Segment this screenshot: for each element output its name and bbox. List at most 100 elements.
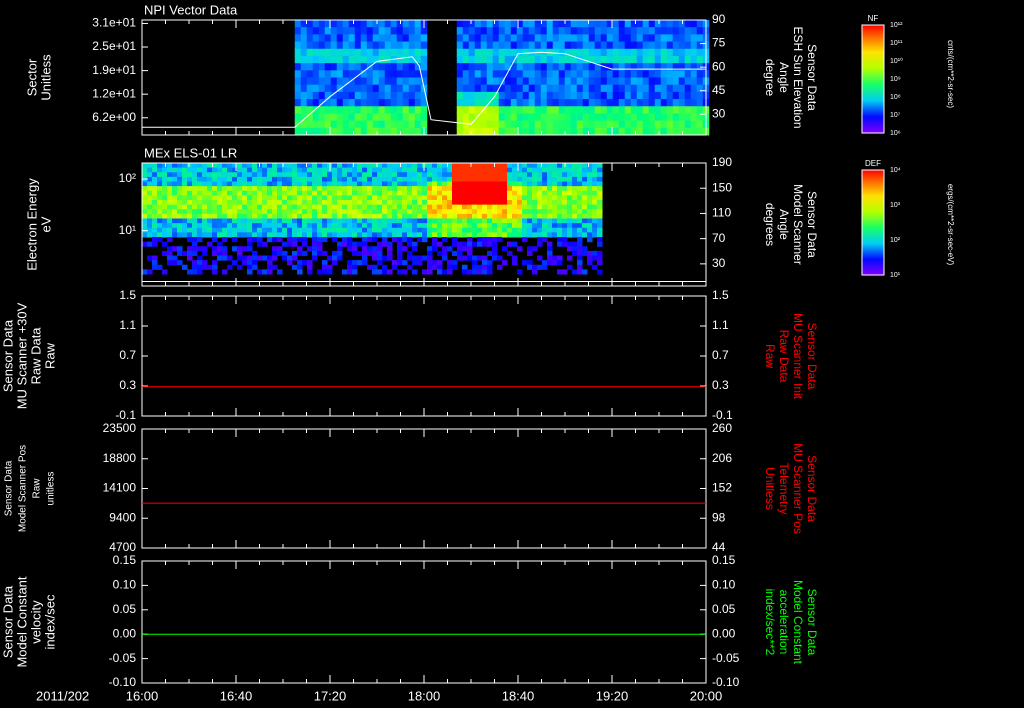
els-spectrogram-cell [517,246,523,252]
els-spectrogram-cell [512,163,518,169]
npi-spectrogram-cell [660,41,668,50]
els-spectrogram-cell [527,223,533,229]
npi-spectrogram-cell [612,127,620,136]
npi-spectrogram-cell [528,127,536,136]
els-spectrogram-cell [547,260,553,266]
els-spectrogram-cell [362,209,368,215]
els-spectrogram-cell [557,241,563,247]
npi-spectrogram-cell [342,55,350,64]
npi-spectrogram-cell [660,27,668,35]
els-spectrogram-cell [352,176,358,182]
els-spectrogram-cell [522,176,528,182]
npi-spectrogram-cell [474,70,482,78]
els-spectrogram-cell [222,218,228,224]
els-spectrogram-cell [497,232,503,238]
els-spectrogram-cell [497,264,503,270]
npi-spectrogram-cell [552,70,560,78]
els-spectrogram-cell [382,218,388,224]
npi-spectrogram-cell [594,120,602,129]
els-spectrogram-cell [147,232,153,238]
els-spectrogram-cell [217,246,223,252]
npi-spectrogram-cell [294,41,302,50]
npi-spectrogram-cell [390,120,398,129]
els-spectrogram-cell [557,227,563,233]
npi-spectrogram-cell [354,41,362,50]
npi-spectrogram-cell [408,77,416,86]
els-spectrogram-cell [262,172,268,178]
els-spectrogram-cell [467,255,473,261]
els-spectrogram-cell [247,200,253,206]
els-spectrogram-cell [212,176,218,182]
els-spectrogram-cell [392,167,398,173]
els-spectrogram-cell [577,163,583,169]
els-spectrogram-cell [287,232,293,238]
els-spectrogram-cell [222,186,228,192]
npi-spectrogram-cell [612,20,620,28]
npi-spectrogram-cell [600,20,608,28]
els-spectrogram-cell [332,209,338,215]
els-spectrogram-cell [437,186,443,192]
els-spectrogram-cell [397,167,403,173]
npi-spectrogram-cell [330,55,338,64]
npi-spectrogram-cell [474,84,482,93]
els-spectrogram-cell [252,204,258,210]
els-spectrogram-cell [382,163,388,169]
els-spectrogram-cell [212,172,218,178]
npi-spectrogram-cell [486,41,494,50]
els-spectrogram-cell [232,186,238,192]
els-spectrogram-cell [407,241,413,247]
npi-spectrogram-cell [594,20,602,28]
els-spectrogram-cell [267,218,273,224]
els-spectrogram-cell [592,186,598,192]
npi-spectrogram-cell [576,20,584,28]
els-spectrogram-cell [167,200,173,206]
els-spectrogram-cell [427,195,433,201]
els-spectrogram-cell [527,232,533,238]
els-spectrogram-cell [372,250,378,256]
els-spectrogram-cell [332,167,338,173]
npi-spectrogram-cell [564,77,572,86]
npi-spectrogram-cell [672,120,680,129]
els-spectrogram-cell [322,172,328,178]
els-spectrogram-cell [242,223,248,229]
npi-spectrogram-cell [408,63,416,71]
npi-spectrogram-cell [558,120,566,129]
els-spectrogram-cell [597,186,603,192]
npi-spectrogram-cell [324,63,332,71]
els-spectrogram-cell [237,264,243,270]
els-spectrogram-cell [287,213,293,219]
colorbar-tick-label: 10⁹ [890,76,901,83]
panel-3: 1.51.10.70.3-0.11.51.10.70.3-0.1Sensor D… [0,288,818,422]
els-spectrogram-cell [267,255,273,261]
els-spectrogram-cell [187,190,193,196]
els-spectrogram-cell [177,209,183,215]
npi-spectrogram-cell [324,113,332,122]
els-spectrogram-cell [362,232,368,238]
npi-spectrogram-cell [654,77,662,86]
npi-spectrogram-cell [396,91,404,100]
npi-spectrogram-cell [492,20,500,28]
els-spectrogram-cell [312,195,318,201]
npi-spectrogram-cell [528,91,536,100]
y-axis-label: Sensor Data [0,319,15,392]
els-spectrogram-cell [162,213,168,219]
els-spectrogram-cell [447,246,453,252]
els-spectrogram-cell [482,255,488,261]
els-spectrogram-cell [372,269,378,275]
els-spectrogram-cell [267,204,273,210]
npi-spectrogram-cell [408,70,416,78]
npi-spectrogram-cell [360,34,368,43]
npi-spectrogram-cell [324,48,332,57]
els-spectrogram-cell [232,200,238,206]
npi-spectrogram-cell [414,120,422,129]
els-spectrogram-cell [377,190,383,196]
npi-spectrogram-cell [504,127,512,136]
els-spectrogram-cell [447,232,453,238]
npi-spectrogram-cell [636,55,644,64]
npi-spectrogram-cell [312,27,320,35]
npi-spectrogram-cell [486,70,494,78]
els-spectrogram-cell [292,218,298,224]
panel-title: NPI Vector Data [144,2,238,17]
npi-spectrogram-cell [330,99,338,107]
npi-spectrogram-cell [546,41,554,50]
